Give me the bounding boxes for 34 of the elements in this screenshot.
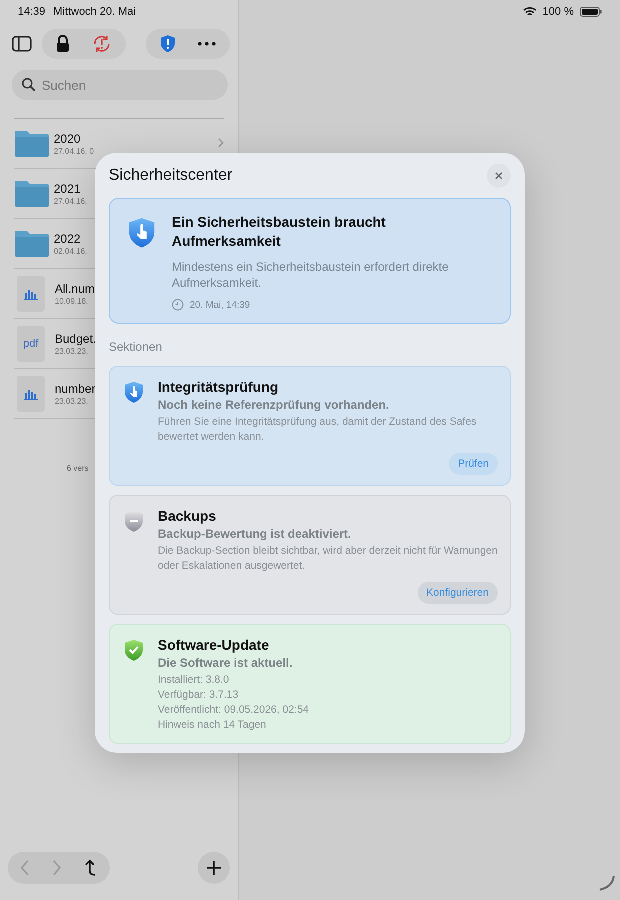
item-name: number — [55, 382, 96, 396]
section-text: Verfügbar: 3.7.13 — [158, 688, 240, 703]
status-time: 14:39 — [18, 6, 46, 18]
version-count: 6 vers — [67, 464, 89, 473]
status-date: Mittwoch 20. Mai — [54, 6, 136, 18]
item-name: All.num — [55, 282, 96, 296]
item-date: 27.04.16, 0 — [54, 146, 94, 156]
pdf-file-icon: pdf — [17, 326, 45, 362]
item-date: 23.03.23, — [55, 346, 90, 356]
section-text: Führen Sie eine Integritätsprüfung aus, damit der Zustand des Safes bewertet werden kann. — [158, 415, 478, 445]
item-name: Budget. — [55, 332, 96, 346]
alert-text: Mindestens ein Sicherheitsbaustein erfordert direkte Aufmerksamkeit. — [172, 259, 450, 291]
item-date: 27.04.16, — [54, 196, 88, 206]
section-text: Veröffentlicht: 09.05.2026, 02:54 — [158, 703, 310, 718]
battery-percent: 100 % — [542, 6, 574, 18]
section-subtitle: Noch keine Referenzprüfung vorhanden. — [158, 398, 390, 412]
item-date: 10.09.18, — [55, 296, 90, 306]
item-name: 2021 — [54, 182, 82, 196]
section-subtitle: Die Software ist aktuell. — [158, 656, 294, 670]
alert-time: 20. Mai, 14:39 — [190, 300, 250, 310]
item-date: 02.04.16, — [54, 246, 88, 256]
section-text: Hinweis nach 14 Tagen — [158, 718, 268, 733]
section-subtitle: Backup-Bewertung ist deaktiviert. — [158, 527, 352, 541]
section-title: Integritätsprüfung — [158, 379, 280, 395]
alert-title: Ein Sicherheitsbaustein braucht Aufmerksamkeit — [172, 213, 387, 251]
section-title: Backups — [158, 508, 218, 524]
dialog-title: Sicherheitscenter — [109, 166, 233, 184]
section-text: Die Backup-Section bleibt sichtbar, wird aber derzeit nicht für Warnungen oder Eskalationen ausgewertet. — [158, 544, 498, 574]
item-date: 23.03.23, — [55, 396, 90, 406]
section-text: Installiert: 3.8.0 — [158, 673, 230, 688]
item-name: 2020 — [54, 132, 82, 146]
item-name: 2022 — [54, 232, 82, 246]
sections-heading: Sektionen — [109, 340, 164, 354]
section-title: Software-Update — [158, 637, 270, 653]
